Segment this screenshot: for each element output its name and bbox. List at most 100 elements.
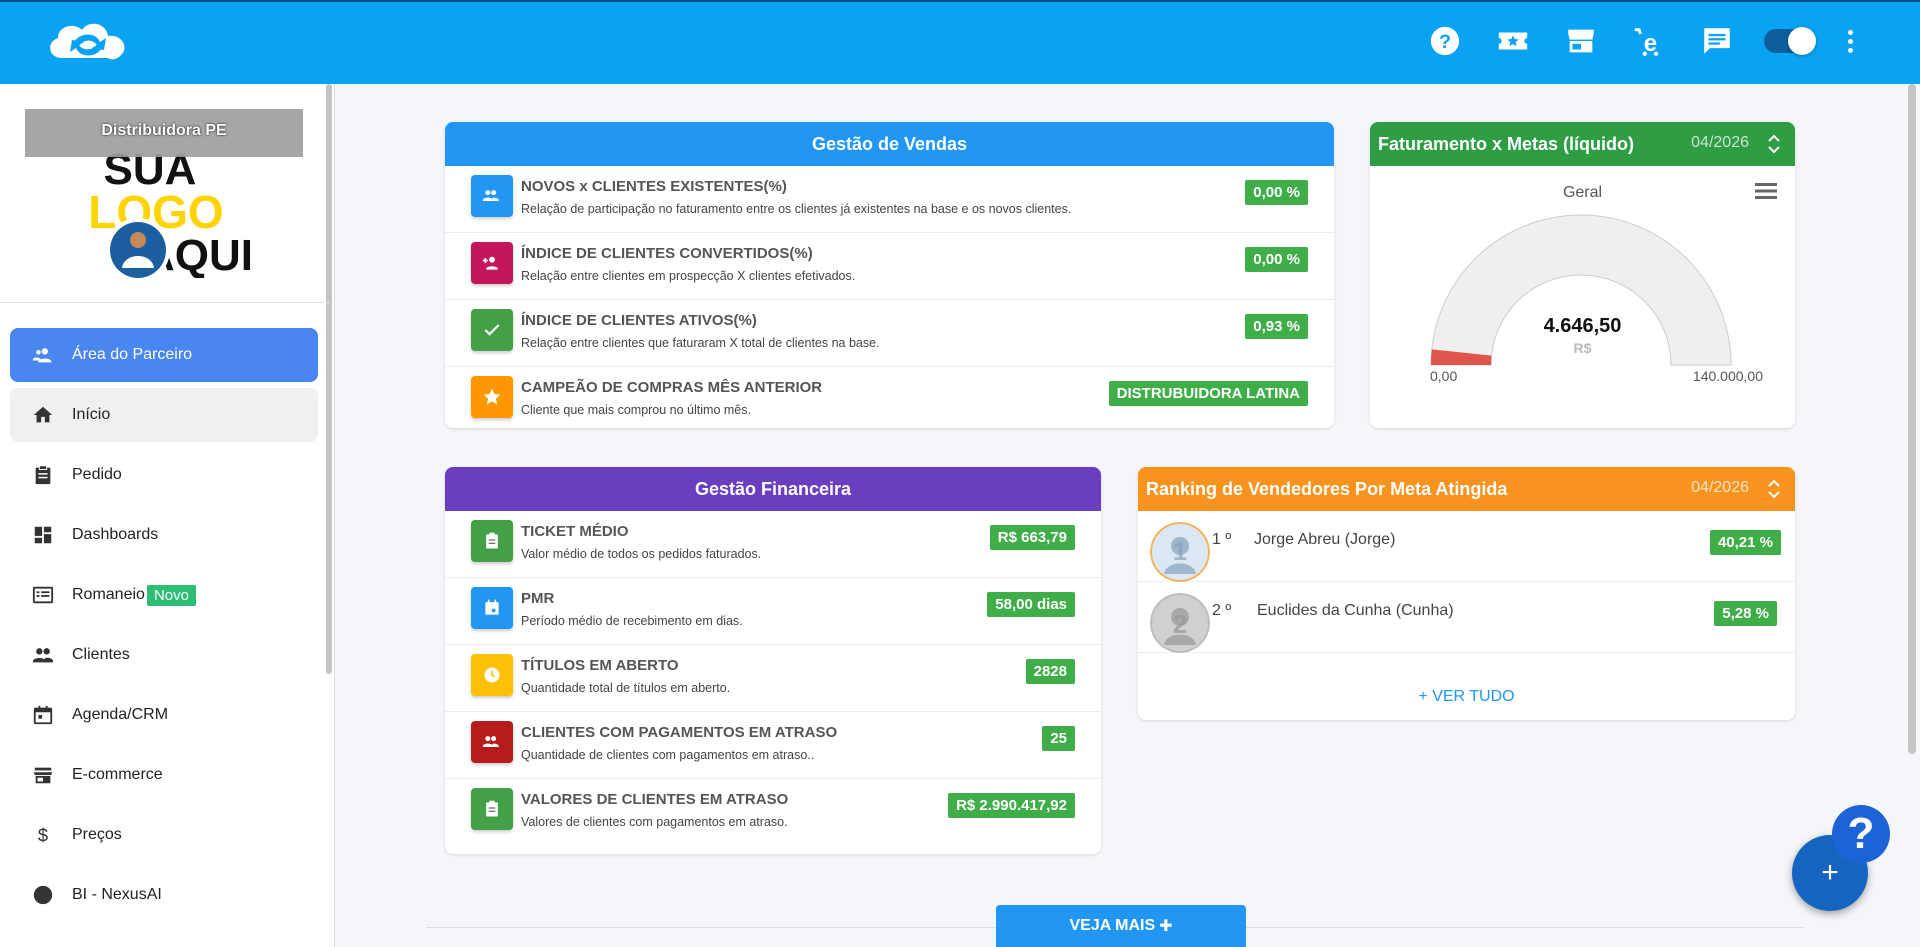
metric-value: R$ 2.990.417,92 (948, 793, 1075, 818)
more-vert-icon[interactable] (1840, 29, 1860, 53)
metric-title: VALORES DE CLIENTES EM ATRASO (521, 791, 789, 808)
sidebar-divider (0, 302, 330, 303)
toggle-knob (1788, 27, 1816, 55)
circle-icon (33, 885, 53, 905)
ticket-star-icon[interactable] (1492, 20, 1534, 62)
metric-description: Quantidade de clientes com pagamentos em… (521, 748, 815, 762)
store-icon (33, 767, 53, 784)
metric-row: VALORES DE CLIENTES EM ATRASO Valores de … (445, 779, 1101, 846)
metric-row: ÍNDICE DE CLIENTES CONVERTIDOS(%) Relação… (445, 233, 1334, 300)
sidebar-item-inicio[interactable]: Início (10, 388, 318, 442)
period-select[interactable]: 04/2026 (1691, 479, 1749, 497)
person-add-icon (471, 242, 513, 284)
seller-name: Euclides da Cunha (Cunha) (1257, 602, 1454, 619)
card-title: Gestão Financeira (694, 478, 852, 499)
metric-value: 58,00 dias (987, 592, 1075, 617)
sidebar-item-label: Início (72, 406, 111, 423)
ranking-header: Ranking de Vendedores Por Meta Atingida … (1138, 467, 1795, 511)
metric-value: 0,00 % (1245, 247, 1308, 272)
sidebar-item-area-do-parceiro[interactable]: Área do Parceiro (10, 328, 318, 382)
gestao-vendas-card: Gestão de Vendas NOVOS x CLIENTES EXISTE… (445, 122, 1334, 428)
sidebar-item-bi-nexusai[interactable]: BI - NexusAI (10, 868, 318, 922)
metric-row: PMR Período médio de recebimento em dias.… (445, 578, 1101, 645)
app-logo-icon[interactable] (44, 18, 134, 68)
metric-value: 2828 (1025, 659, 1075, 684)
ranking-row[interactable]: 2 2 º Euclides da Cunha (Cunha) 5,28 % (1138, 582, 1795, 653)
metric-value: 0,00 % (1245, 180, 1308, 205)
rank-position: 1 º (1212, 531, 1232, 548)
metric-description: Quantidade total de títulos em aberto. (521, 681, 731, 695)
card-title: Gestão de Vendas (811, 133, 968, 154)
metric-row: TICKET MÉDIO Valor médio de todos os pedi… (445, 511, 1101, 578)
chevron-up-down-icon[interactable] (1767, 475, 1781, 503)
gauge-unit: R$ (1573, 340, 1592, 356)
person-add-icon (32, 348, 52, 363)
sidebar-item-e-commerce[interactable]: E-commerce (10, 748, 318, 802)
sidebar-item-label: Romaneio (72, 586, 145, 603)
metric-description: Valores de clientes com pagamentos em at… (521, 815, 788, 829)
sidebar-item-label: E-commerce (72, 766, 163, 783)
list-card-icon (32, 586, 54, 604)
sidebar-item-romaneio[interactable]: Romaneio Novo (10, 568, 318, 622)
svg-text:?: ? (1439, 31, 1451, 53)
sidebar-item-label: Dashboards (72, 526, 159, 543)
sidebar-item-precos[interactable]: $ Preços (10, 808, 318, 862)
rank-value: 5,28 % (1714, 601, 1777, 626)
clock-icon (471, 654, 513, 696)
sidebar-item-pedido[interactable]: Pedido (10, 448, 318, 502)
metric-description: Relação entre clientes em prospecção X c… (521, 269, 856, 283)
metric-title: ÍNDICE DE CLIENTES ATIVOS(%) (521, 312, 757, 329)
metric-value: 0,93 % (1245, 314, 1308, 339)
sidebar-item-clientes[interactable]: Clientes (10, 628, 318, 682)
new-badge: Novo (146, 584, 196, 606)
check-icon (471, 309, 513, 351)
chat-icon[interactable] (1696, 20, 1738, 62)
metric-row: ÍNDICE DE CLIENTES ATIVOS(%) Relação entr… (445, 300, 1334, 367)
metric-description: Cliente que mais comprou no último mês. (521, 403, 751, 417)
sidebar-item-label: BI - NexusAI (72, 886, 162, 903)
metric-title: ÍNDICE DE CLIENTES CONVERTIDOS(%) (521, 245, 813, 262)
people-icon (32, 648, 54, 663)
metric-description: Relação entre clientes que faturaram X t… (521, 336, 880, 350)
sidebar-item-dashboards[interactable]: Dashboards (10, 508, 318, 562)
gauge-value: 4.646,50 (1543, 315, 1622, 337)
page-scrollbar[interactable] (1908, 84, 1916, 754)
chevron-up-down-icon[interactable] (1767, 130, 1781, 158)
avatar: 1 (1150, 522, 1210, 582)
sidebar-item-label: Área do Parceiro (72, 346, 193, 363)
clipboard-icon (35, 465, 51, 485)
metric-title: PMR (521, 590, 555, 607)
metric-title: CAMPEÃO DE COMPRAS MÊS ANTERIOR (521, 379, 823, 396)
metric-title: TÍTULOS EM ABERTO (521, 657, 679, 674)
card-title: Faturamento x Metas (líquido) (1378, 133, 1635, 154)
help-icon[interactable]: ? (1424, 20, 1466, 62)
svg-text:$: $ (38, 824, 48, 845)
hamburger-menu-icon[interactable] (1755, 182, 1777, 200)
gestao-financeira-card: Gestão Financeira TICKET MÉDIO Valor médi… (445, 467, 1101, 854)
ecommerce-cart-icon[interactable]: e (1628, 20, 1670, 62)
metric-description: Relação de participação no faturamento e… (521, 202, 1072, 216)
plus-icon: ✚ (1159, 918, 1173, 935)
theme-toggle[interactable] (1764, 27, 1816, 55)
period-select[interactable]: 04/2026 (1691, 134, 1749, 152)
metric-row: TÍTULOS EM ABERTO Quantidade total de tít… (445, 645, 1101, 712)
metric-value: 25 (1042, 726, 1075, 751)
people-icon (471, 721, 513, 763)
metric-description: Valor médio de todos os pedidos faturado… (521, 547, 762, 561)
ranking-card: Ranking de Vendedores Por Meta Atingida … (1138, 467, 1795, 720)
dollar-icon: $ (38, 824, 48, 845)
partner-name: Distribuidora PE (101, 122, 227, 139)
rank-position: 2 º (1212, 602, 1232, 619)
top-bar: ? e (0, 0, 1920, 84)
metric-title: NOVOS x CLIENTES EXISTENTES(%) (521, 178, 787, 195)
sidebar-scrollbar[interactable] (326, 84, 332, 674)
help-fab-button[interactable]: ? (1832, 805, 1890, 863)
calendar-icon (33, 705, 53, 725)
sidebar-item-agenda-crm[interactable]: Agenda/CRM (10, 688, 318, 742)
ranking-row[interactable]: 1 1 º Jorge Abreu (Jorge) 40,21 % (1138, 511, 1795, 582)
see-all-link[interactable]: + VER TUDO (1138, 688, 1795, 706)
sidebar-item-label: Preços (72, 826, 122, 843)
store-icon[interactable] (1560, 20, 1602, 62)
metric-value: DISTRUBUIDORA LATINA (1108, 381, 1308, 406)
see-more-button[interactable]: VEJA MAIS ✚ (996, 905, 1246, 947)
